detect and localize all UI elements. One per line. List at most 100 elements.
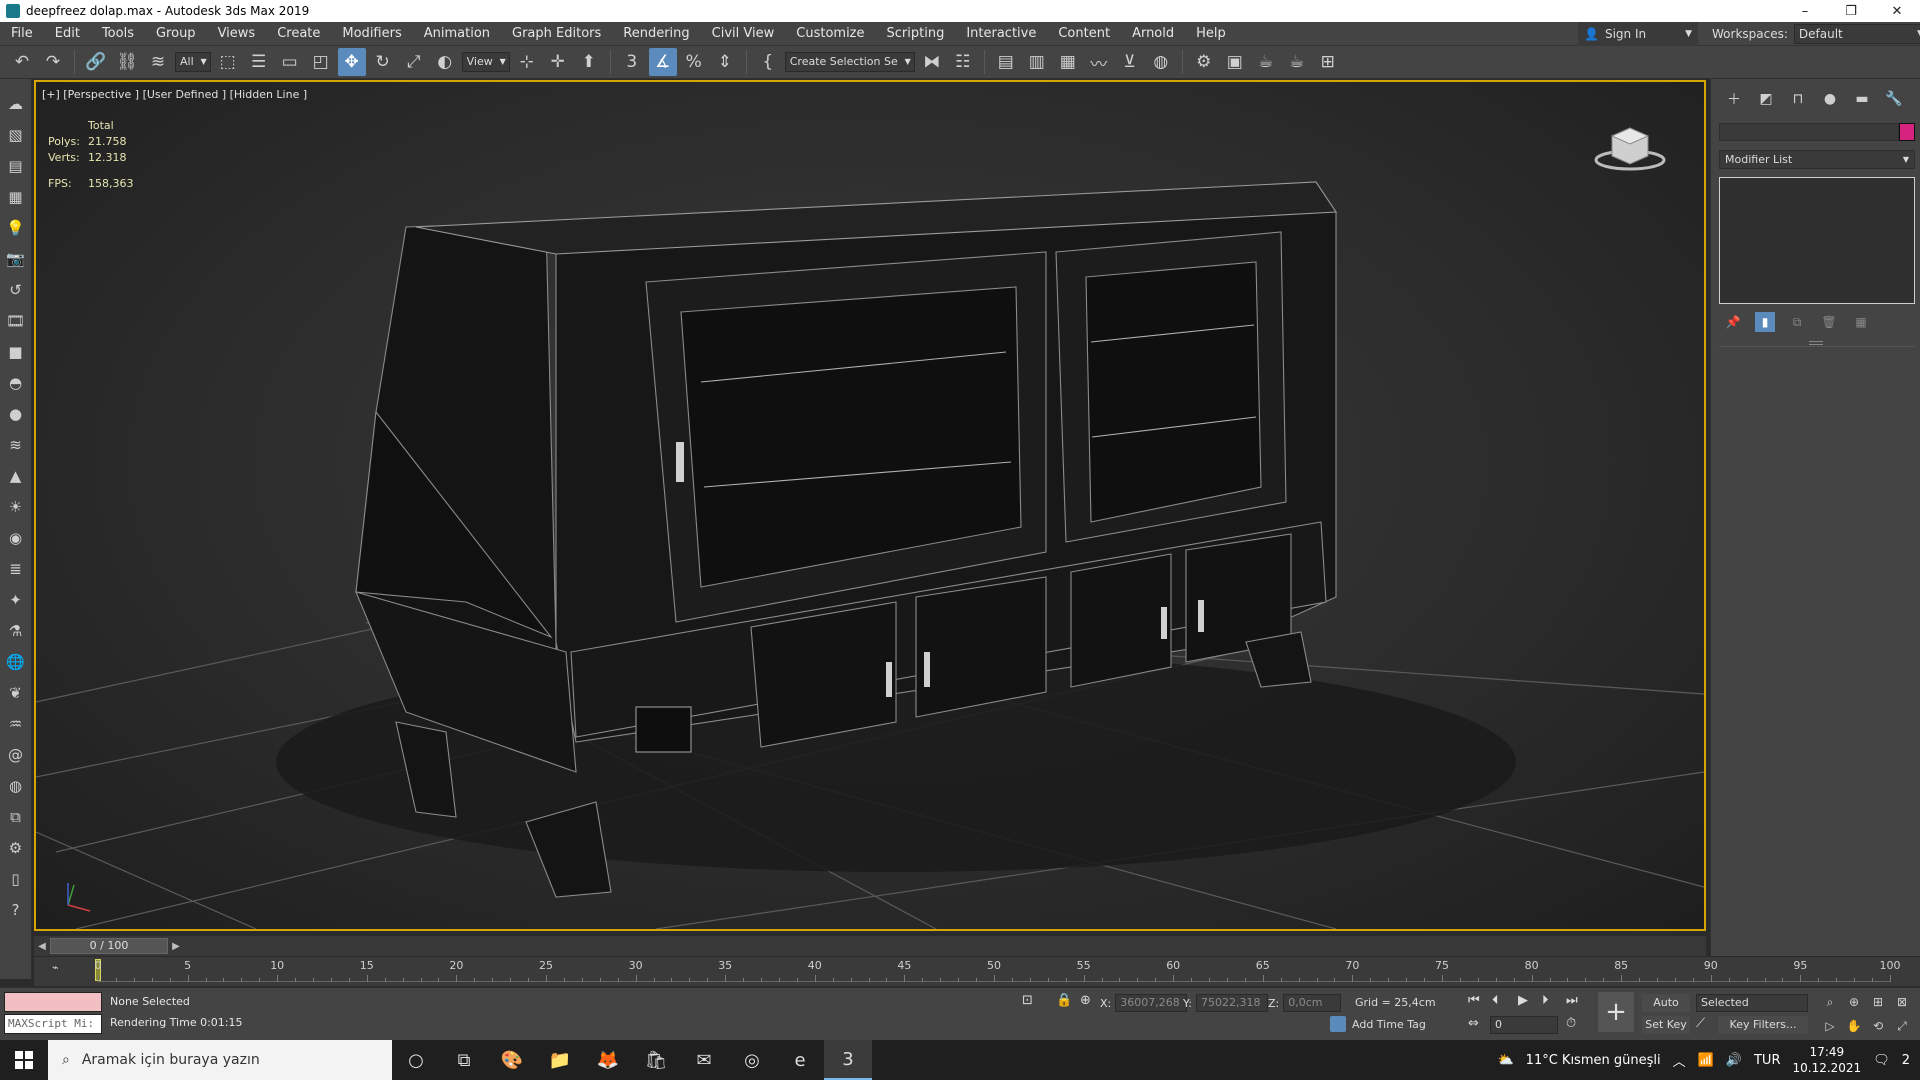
- show-end-result-icon[interactable]: ▮: [1755, 312, 1775, 332]
- render-setup-icon[interactable]: ⚙: [1190, 48, 1218, 76]
- menu-animation[interactable]: Animation: [413, 22, 501, 46]
- weather-text[interactable]: 11°C Kısmen güneşli: [1526, 1053, 1661, 1068]
- rendered-frame-window-icon[interactable]: ▣: [1221, 48, 1249, 76]
- keyboard-shortcut-override-icon[interactable]: ⬆: [575, 48, 603, 76]
- mirror-icon[interactable]: ⧓: [918, 48, 946, 76]
- rectangular-selection-icon[interactable]: ▭: [276, 48, 304, 76]
- image-icon[interactable]: ▧: [3, 122, 29, 147]
- percent-snap-icon[interactable]: %: [680, 48, 708, 76]
- viewcube[interactable]: [1594, 118, 1666, 172]
- object-color-swatch[interactable]: [1899, 123, 1915, 141]
- grid-icon[interactable]: ▦: [3, 184, 29, 209]
- render-in-cloud-icon[interactable]: ⊞: [1314, 48, 1342, 76]
- field-of-view-icon[interactable]: ▷: [1820, 1016, 1840, 1036]
- coord-y-field[interactable]: 75022,318: [1195, 994, 1268, 1012]
- start-button[interactable]: [0, 1040, 48, 1080]
- input-language[interactable]: TUR: [1754, 1053, 1781, 1068]
- motion-tab-icon[interactable]: ●: [1819, 89, 1841, 109]
- menu-interactive[interactable]: Interactive: [955, 22, 1047, 46]
- selection-filter-dropdown[interactable]: All ▼: [175, 52, 211, 72]
- ball-icon[interactable]: ◍: [3, 773, 29, 798]
- cone-icon[interactable]: ▲: [3, 463, 29, 488]
- menu-help[interactable]: Help: [1185, 22, 1237, 46]
- pivot-center-icon[interactable]: ⊹: [513, 48, 541, 76]
- schematic-view-icon[interactable]: ⊻: [1116, 48, 1144, 76]
- help-icon[interactable]: ?: [3, 897, 29, 922]
- menu-content[interactable]: Content: [1047, 22, 1121, 46]
- box-icon[interactable]: ■: [3, 339, 29, 364]
- file-explorer-icon[interactable]: 📁: [536, 1040, 584, 1080]
- menu-file[interactable]: File: [0, 22, 44, 46]
- render-iterative-icon[interactable]: ☕: [1283, 48, 1311, 76]
- ribbon-icon[interactable]: ▦: [1054, 48, 1082, 76]
- perspective-viewport[interactable]: [+] [Perspective ] [User Defined ] [Hidd…: [34, 80, 1706, 931]
- configure-modifier-sets-icon[interactable]: ▦: [1851, 312, 1871, 332]
- orbit-icon[interactable]: ⟲: [1868, 1016, 1888, 1036]
- task-view-icon[interactable]: ⧉: [440, 1040, 488, 1080]
- modifier-stack[interactable]: [1719, 177, 1915, 304]
- settings-icon[interactable]: ⚙: [3, 835, 29, 860]
- hair-icon[interactable]: ♒: [3, 711, 29, 736]
- menu-create[interactable]: Create: [266, 22, 331, 46]
- chrome-icon[interactable]: ◎: [728, 1040, 776, 1080]
- shell-icon[interactable]: ≋: [3, 432, 29, 457]
- menu-modifiers[interactable]: Modifiers: [331, 22, 412, 46]
- zoom-extents-icon[interactable]: ⊞: [1868, 992, 1888, 1012]
- chevron-left-icon[interactable]: ◀: [34, 938, 50, 954]
- cortana-icon[interactable]: ○: [392, 1040, 440, 1080]
- go-to-start-icon[interactable]: ⏮: [1468, 993, 1480, 1008]
- key-filters-button[interactable]: Key Filters...: [1718, 1016, 1808, 1034]
- sign-in-button[interactable]: 👤 Sign In ▼: [1578, 22, 1698, 46]
- remove-modifier-icon[interactable]: 🗑: [1819, 312, 1839, 332]
- snaps-toggle-icon[interactable]: 3: [618, 48, 646, 76]
- pan-icon[interactable]: ✋: [1844, 1016, 1864, 1036]
- set-key-button[interactable]: Set Key: [1642, 1016, 1690, 1034]
- link-icon[interactable]: 🔗: [82, 48, 110, 76]
- menu-edit[interactable]: Edit: [44, 22, 91, 46]
- network-icon[interactable]: 📶: [1698, 1053, 1714, 1068]
- pin-stack-icon[interactable]: 📌: [1723, 312, 1743, 332]
- menu-views[interactable]: Views: [207, 22, 267, 46]
- previous-frame-icon[interactable]: ⏴: [1492, 993, 1499, 1008]
- curve-editor-icon[interactable]: 〰: [1085, 48, 1113, 76]
- utilities-tab-icon[interactable]: 🔧: [1883, 89, 1905, 109]
- list-icon[interactable]: ▤: [3, 153, 29, 178]
- 3ds-max-app-icon[interactable]: 3: [824, 1040, 872, 1080]
- select-object-icon[interactable]: ⬚: [214, 48, 242, 76]
- zoom-all-icon[interactable]: ⊕: [1844, 992, 1864, 1012]
- key-mode-toggle-icon[interactable]: ⇔: [1468, 1016, 1479, 1031]
- minimize-button[interactable]: –: [1782, 0, 1828, 22]
- close-button[interactable]: ✕: [1874, 0, 1920, 22]
- scene-explorer-icon[interactable]: ▤: [992, 48, 1020, 76]
- maximize-viewport-icon[interactable]: ⤢: [1892, 1016, 1912, 1036]
- placement-icon[interactable]: ◐: [431, 48, 459, 76]
- zoom-extents-all-icon[interactable]: ⊠: [1892, 992, 1912, 1012]
- sun-icon[interactable]: ☀: [3, 494, 29, 519]
- zoom-icon[interactable]: ⌕: [1820, 992, 1840, 1012]
- next-frame-icon[interactable]: ⏵: [1542, 993, 1549, 1008]
- isolate-icon[interactable]: ⊡: [1022, 993, 1033, 1008]
- sphere-icon[interactable]: ●: [3, 401, 29, 426]
- named-selection-dropdown[interactable]: Create Selection Se ▼: [784, 52, 915, 72]
- redo-icon[interactable]: ↷: [39, 48, 67, 76]
- panel-resize-grip[interactable]: [1809, 341, 1823, 345]
- absolute-mode-icon[interactable]: ⊕: [1080, 993, 1091, 1008]
- terrain-icon[interactable]: ≣: [3, 556, 29, 581]
- firefox-icon[interactable]: 🦊: [584, 1040, 632, 1080]
- clock[interactable]: 17:49 10.12.2021: [1792, 1044, 1861, 1076]
- maxscript-input[interactable]: MAXScript Mi:: [4, 1014, 102, 1034]
- maxscript-listener[interactable]: MAXScript Mi:: [4, 992, 102, 1034]
- window-crossing-icon[interactable]: ◰: [307, 48, 335, 76]
- layer-explorer-icon[interactable]: ▥: [1023, 48, 1051, 76]
- default-in-out-tangents-icon[interactable]: ⟋: [1696, 1016, 1705, 1031]
- light-icon[interactable]: 💡: [3, 215, 29, 240]
- store-icon[interactable]: 🛍: [632, 1040, 680, 1080]
- film-icon[interactable]: 🎞: [3, 308, 29, 333]
- select-by-name-icon[interactable]: ☰: [245, 48, 273, 76]
- time-configuration-icon[interactable]: ⏱: [1566, 1016, 1576, 1031]
- track-bar[interactable]: ⌁ 0 5 10 15 20 25 30 35 40 45 50 55 60 65 70 75 80 85 90 95…: [34, 956, 1920, 986]
- modify-tab-icon[interactable]: ◩: [1755, 89, 1777, 109]
- modifier-list-dropdown[interactable]: Modifier List ▼: [1719, 150, 1915, 169]
- play-icon[interactable]: ▶: [1518, 993, 1528, 1008]
- chevron-right-icon[interactable]: ▶: [168, 938, 184, 954]
